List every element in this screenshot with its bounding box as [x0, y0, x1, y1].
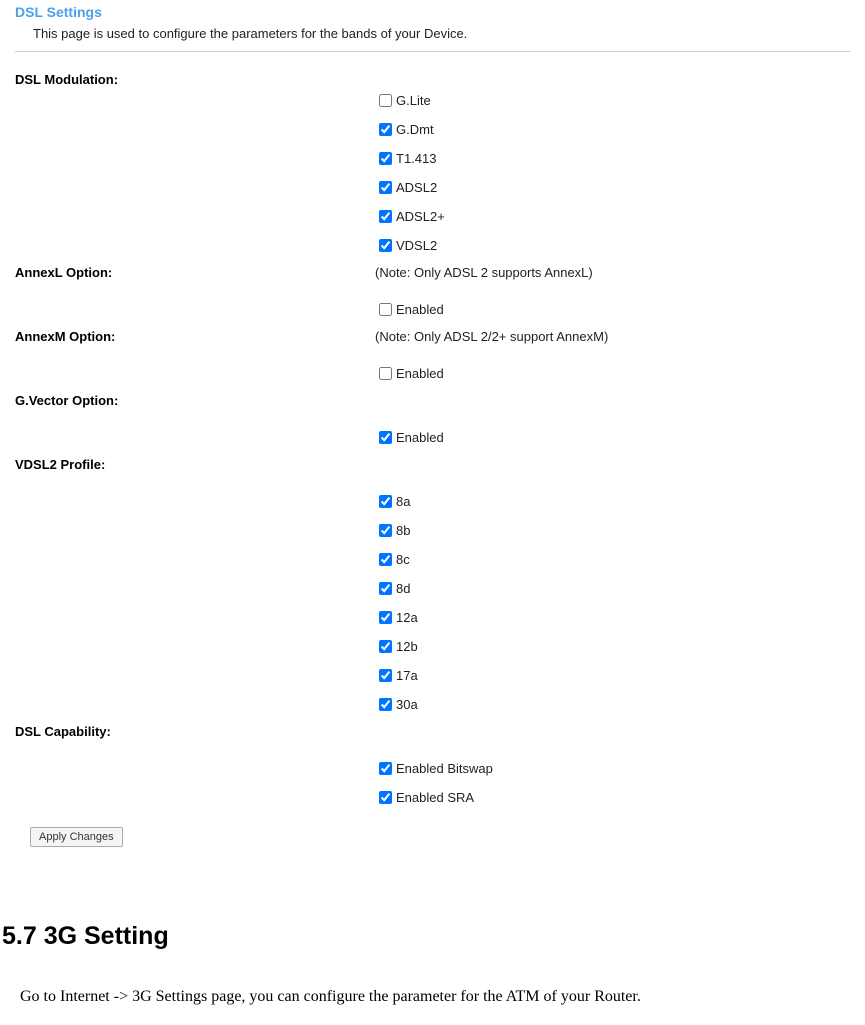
option-adsl2: ADSL2	[375, 178, 850, 197]
option-label: Enabled	[396, 302, 444, 317]
option-annexm-enabled: Enabled	[375, 364, 850, 383]
page-title: DSL Settings	[15, 4, 850, 20]
option-gdmt: G.Dmt	[375, 120, 850, 139]
annexl-note: (Note: Only ADSL 2 supports AnnexL)	[375, 265, 593, 280]
option-adsl2plus: ADSL2+	[375, 207, 850, 226]
option-label: Enabled	[396, 430, 444, 445]
option-8d: 8d	[375, 579, 850, 598]
option-label: ADSL2	[396, 180, 437, 195]
option-label: VDSL2	[396, 238, 437, 253]
option-8a: 8a	[375, 492, 850, 511]
option-label: T1.413	[396, 151, 436, 166]
checkbox-gvector-enabled[interactable]	[379, 431, 392, 444]
annexl-section: AnnexL Option: (Note: Only ADSL 2 suppor…	[15, 265, 850, 280]
annexl-label: AnnexL Option:	[15, 265, 375, 280]
checkbox-8c[interactable]	[379, 553, 392, 566]
option-label: Enabled	[396, 366, 444, 381]
option-t1413: T1.413	[375, 149, 850, 168]
vdsl2-profile-label: VDSL2 Profile:	[15, 457, 375, 472]
checkbox-vdsl2[interactable]	[379, 239, 392, 252]
checkbox-17a[interactable]	[379, 669, 392, 682]
option-label: Enabled SRA	[396, 790, 474, 805]
option-label: 8c	[396, 552, 410, 567]
checkbox-adsl2plus[interactable]	[379, 210, 392, 223]
option-label: 12a	[396, 610, 418, 625]
option-sra: Enabled SRA	[375, 788, 850, 807]
option-label: G.Dmt	[396, 122, 434, 137]
doc-section: 5.7 3G Setting Go to Internet -> 3G Sett…	[0, 922, 865, 1009]
annexl-options: Enabled	[375, 300, 850, 319]
dsl-capability-label: DSL Capability:	[15, 724, 375, 739]
option-12a: 12a	[375, 608, 850, 627]
option-label: 8a	[396, 494, 410, 509]
checkbox-annexl-enabled[interactable]	[379, 303, 392, 316]
dsl-modulation-label: DSL Modulation:	[15, 72, 375, 87]
checkbox-adsl2[interactable]	[379, 181, 392, 194]
dsl-capability-options: Enabled Bitswap Enabled SRA	[375, 759, 850, 807]
option-17a: 17a	[375, 666, 850, 685]
dsl-capability-section: DSL Capability:	[15, 724, 850, 739]
checkbox-8b[interactable]	[379, 524, 392, 537]
checkbox-8d[interactable]	[379, 582, 392, 595]
option-label: 12b	[396, 639, 418, 654]
option-label: ADSL2+	[396, 209, 445, 224]
checkbox-8a[interactable]	[379, 495, 392, 508]
checkbox-30a[interactable]	[379, 698, 392, 711]
option-12b: 12b	[375, 637, 850, 656]
option-glite: G.Lite	[375, 91, 850, 110]
option-annexl-enabled: Enabled	[375, 300, 850, 319]
vdsl2-profile-section: VDSL2 Profile:	[15, 457, 850, 472]
vdsl2-profile-options: 8a 8b 8c 8d 12a 12b 17a 30a	[375, 492, 850, 714]
dsl-settings-panel: DSL Settings This page is used to config…	[0, 4, 865, 847]
annexm-note: (Note: Only ADSL 2/2+ support AnnexM)	[375, 329, 608, 344]
page-description: This page is used to configure the param…	[33, 26, 850, 41]
annexm-label: AnnexM Option:	[15, 329, 375, 344]
option-vdsl2: VDSL2	[375, 236, 850, 255]
option-label: 17a	[396, 668, 418, 683]
option-label: 8b	[396, 523, 410, 538]
checkbox-12a[interactable]	[379, 611, 392, 624]
checkbox-glite[interactable]	[379, 94, 392, 107]
checkbox-sra[interactable]	[379, 791, 392, 804]
gvector-section: G.Vector Option:	[15, 393, 850, 408]
option-label: Enabled Bitswap	[396, 761, 493, 776]
dsl-modulation-options: G.Lite G.Dmt T1.413 ADSL2 ADSL2+ VDSL2	[375, 91, 850, 255]
option-8c: 8c	[375, 550, 850, 569]
divider	[15, 51, 850, 52]
option-bitswap: Enabled Bitswap	[375, 759, 850, 778]
option-30a: 30a	[375, 695, 850, 714]
option-label: G.Lite	[396, 93, 431, 108]
apply-changes-button[interactable]: Apply Changes	[30, 827, 123, 847]
checkbox-gdmt[interactable]	[379, 123, 392, 136]
dsl-modulation-section: DSL Modulation:	[15, 72, 850, 87]
checkbox-t1413[interactable]	[379, 152, 392, 165]
checkbox-annexm-enabled[interactable]	[379, 367, 392, 380]
option-label: 8d	[396, 581, 410, 596]
annexm-options: Enabled	[375, 364, 850, 383]
option-label: 30a	[396, 697, 418, 712]
doc-heading: 5.7 3G Setting	[2, 922, 863, 951]
option-gvector-enabled: Enabled	[375, 428, 850, 447]
checkbox-bitswap[interactable]	[379, 762, 392, 775]
annexm-section: AnnexM Option: (Note: Only ADSL 2/2+ sup…	[15, 329, 850, 344]
option-8b: 8b	[375, 521, 850, 540]
gvector-label: G.Vector Option:	[15, 393, 375, 408]
gvector-options: Enabled	[375, 428, 850, 447]
checkbox-12b[interactable]	[379, 640, 392, 653]
doc-body: Go to Internet -> 3G Settings page, you …	[2, 985, 863, 1009]
